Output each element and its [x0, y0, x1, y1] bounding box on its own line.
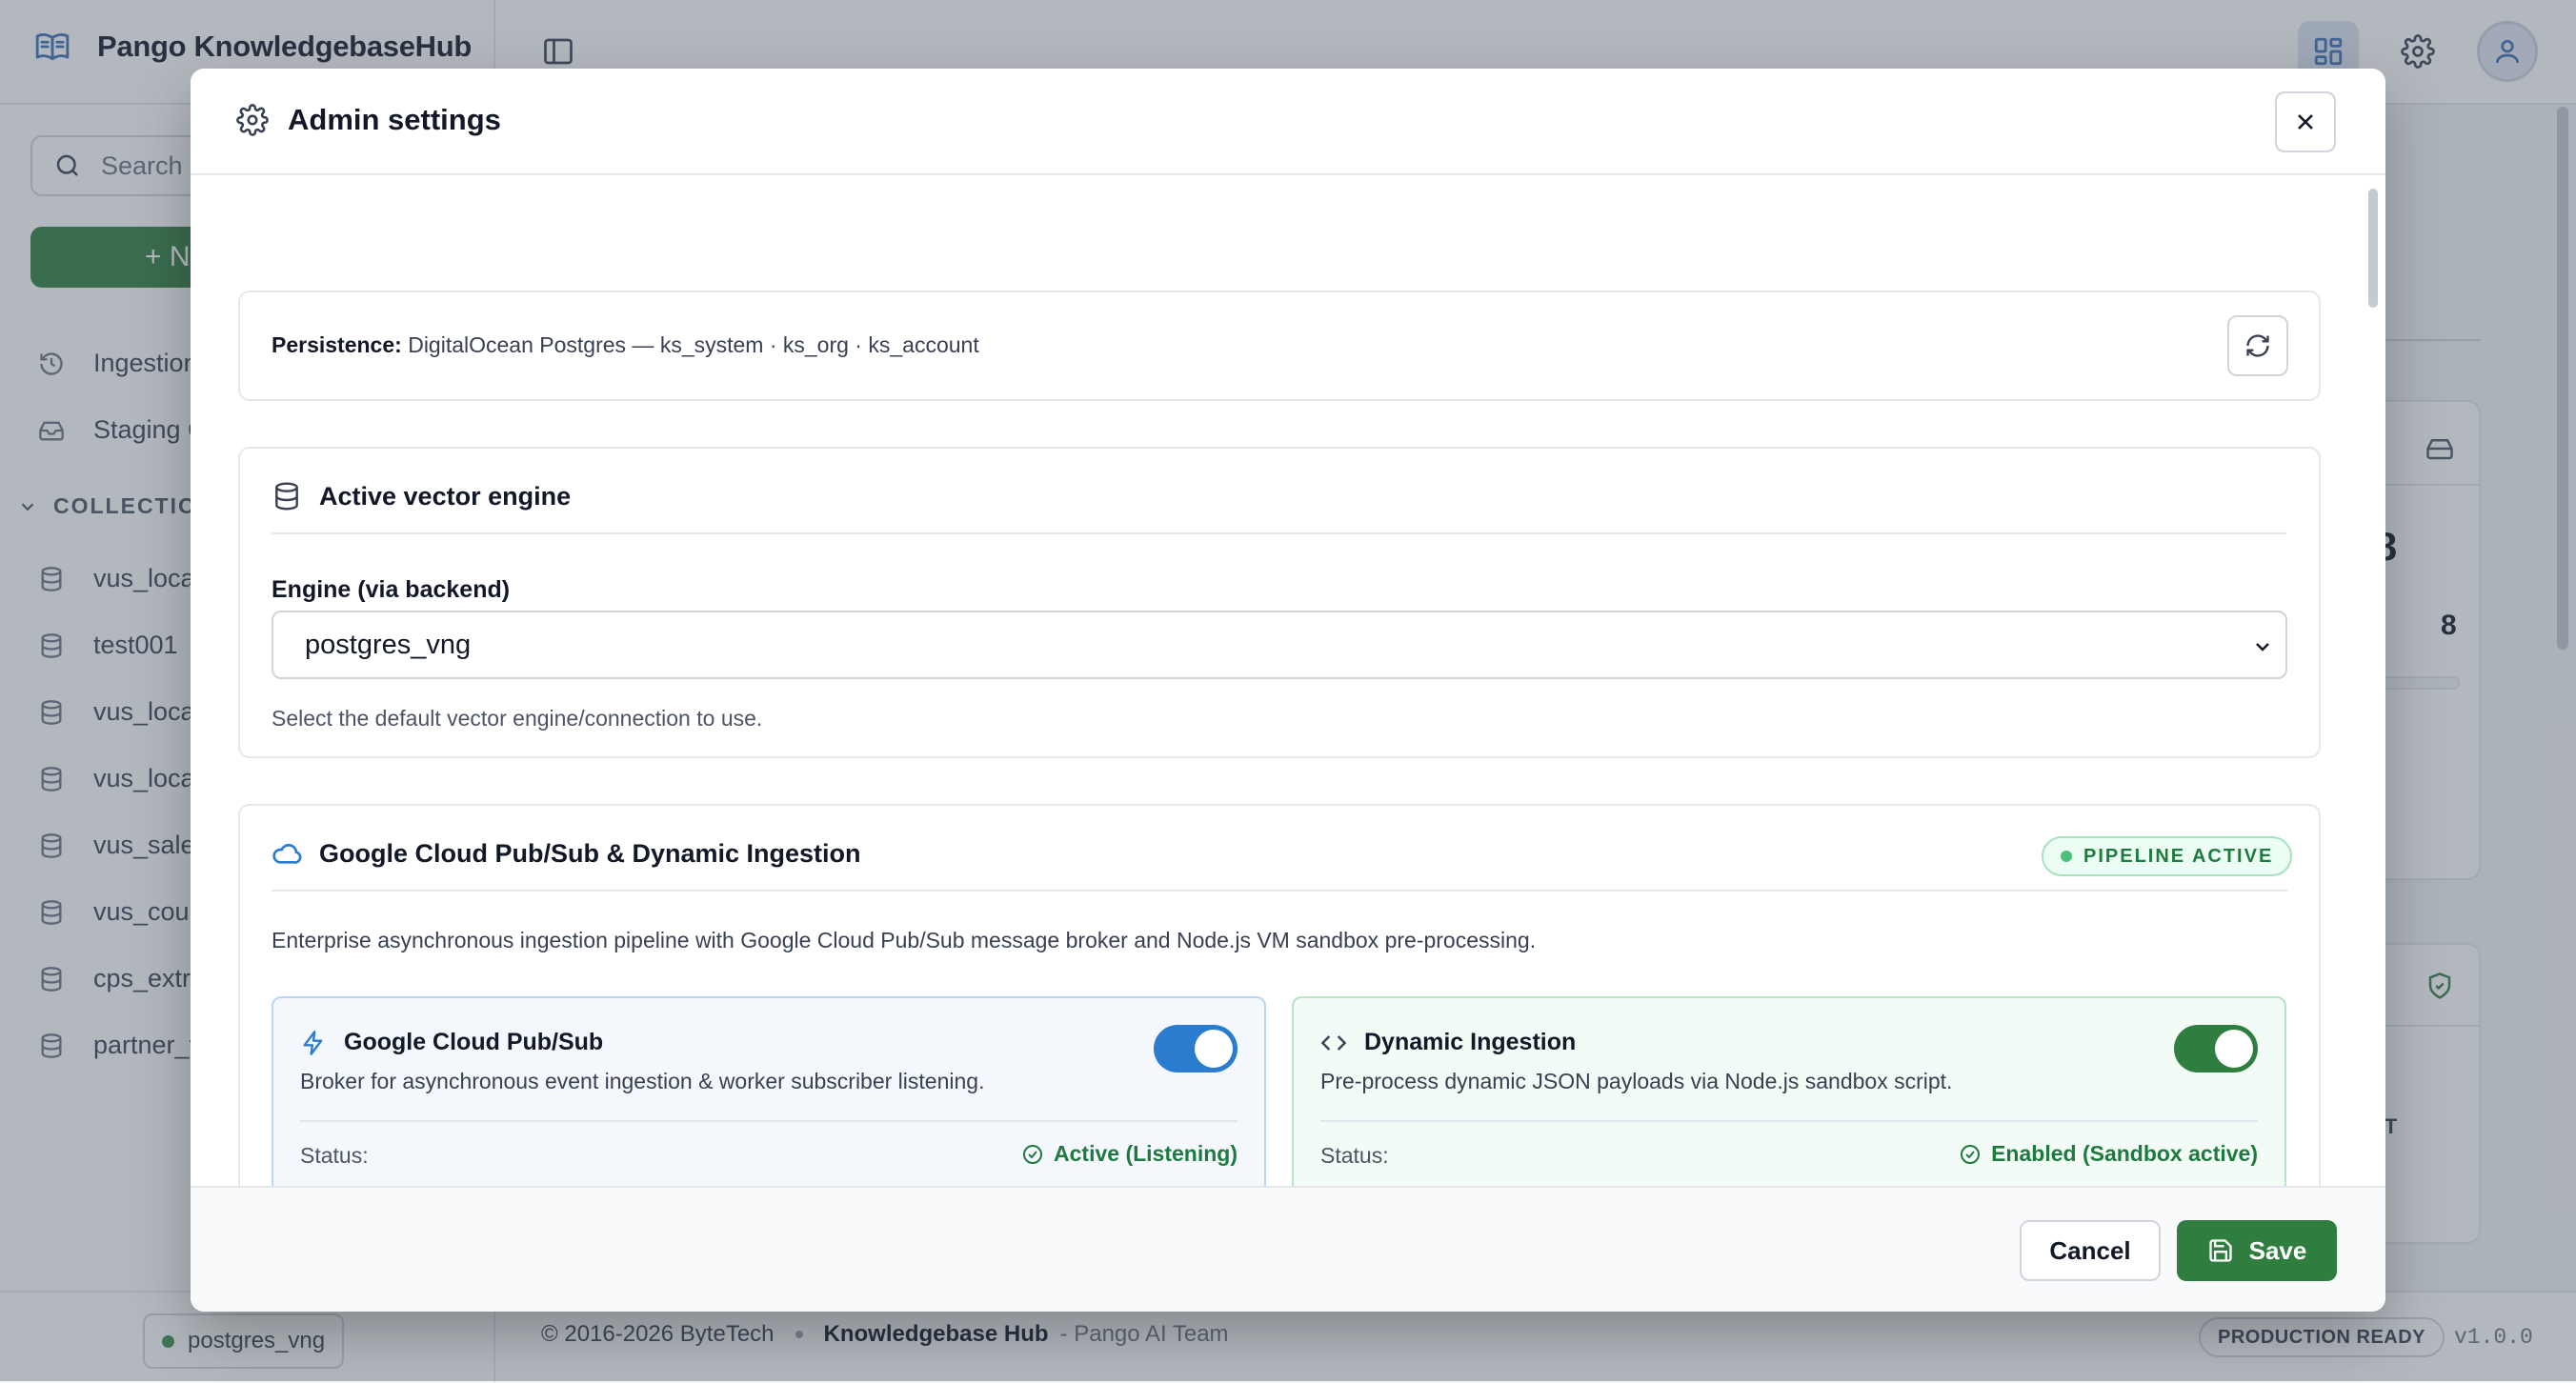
status-value-text: Active (Listening)	[1054, 1141, 1238, 1167]
sub-card-title-text: Google Cloud Pub/Sub	[344, 1029, 603, 1056]
engine-help-text: Select the default vector engine/connect…	[272, 706, 762, 732]
engine-field-label: Engine (via backend)	[272, 576, 510, 604]
persistence-text: Persistence: DigitalOcean Postgres — ks_…	[272, 332, 979, 358]
chevron-down-icon	[2251, 635, 2274, 658]
status-value-text: Enabled (Sandbox active)	[1991, 1141, 2258, 1167]
admin-settings-modal: Admin settings Persistence: DigitalOcean…	[191, 69, 2385, 1312]
divider	[272, 532, 2287, 534]
divider	[300, 1120, 1238, 1122]
sub-card-description: Broker for asynchronous event ingestion …	[300, 1069, 984, 1094]
cloud-icon	[272, 838, 302, 869]
modal-footer: Cancel Save	[191, 1186, 2385, 1312]
modal-title: Admin settings	[236, 103, 501, 137]
pubsub-description: Enterprise asynchronous ingestion pipeli…	[272, 928, 1536, 953]
modal-header: Admin settings	[191, 69, 2385, 175]
sub-card-title: Google Cloud Pub/Sub	[300, 1029, 603, 1056]
pubsub-toggle[interactable]	[1154, 1025, 1238, 1072]
pubsub-broker-card: Google Cloud Pub/Sub Broker for asynchro…	[272, 996, 1266, 1198]
vector-engine-card: Active vector engine Engine (via backend…	[238, 447, 2321, 758]
gear-icon	[236, 104, 269, 136]
check-circle-icon	[1021, 1143, 1044, 1166]
section-title: Active vector engine	[319, 482, 571, 511]
status-value: Enabled (Sandbox active)	[1959, 1141, 2258, 1167]
status-value: Active (Listening)	[1021, 1141, 1238, 1167]
pubsub-heading: Google Cloud Pub/Sub & Dynamic Ingestion	[272, 838, 861, 869]
save-button[interactable]: Save	[2177, 1220, 2337, 1281]
sub-card-title-text: Dynamic Ingestion	[1364, 1029, 1576, 1056]
cancel-button[interactable]: Cancel	[2020, 1220, 2161, 1281]
dynamic-ingestion-toggle[interactable]	[2174, 1025, 2258, 1072]
refresh-icon	[2244, 332, 2271, 359]
badge-label: PIPELINE ACTIVE	[2083, 846, 2273, 868]
sub-card-description: Pre-process dynamic JSON payloads via No…	[1320, 1069, 1952, 1094]
modal-scrollbar[interactable]	[2368, 189, 2378, 308]
save-icon	[2207, 1237, 2234, 1264]
engine-select[interactable]: postgres_vng	[272, 611, 2287, 679]
lightning-icon	[300, 1030, 327, 1056]
toggle-knob	[2215, 1030, 2253, 1068]
persistence-card: Persistence: DigitalOcean Postgres — ks_…	[238, 291, 2321, 401]
divider	[1320, 1120, 2258, 1122]
persistence-value: DigitalOcean Postgres — ks_system · ks_o…	[408, 332, 979, 357]
status-label: Status:	[300, 1143, 369, 1169]
modal-title-text: Admin settings	[288, 103, 501, 137]
refresh-button[interactable]	[2227, 315, 2288, 376]
database-icon	[272, 481, 302, 511]
sub-card-title: Dynamic Ingestion	[1320, 1029, 1576, 1056]
status-dot	[2061, 851, 2072, 862]
pipeline-status-badge: PIPELINE ACTIVE	[2042, 836, 2292, 876]
divider	[272, 890, 2287, 892]
section-title: Google Cloud Pub/Sub & Dynamic Ingestion	[319, 839, 861, 869]
code-icon	[1320, 1030, 1347, 1056]
vector-engine-heading: Active vector engine	[272, 481, 571, 511]
persistence-label: Persistence:	[272, 332, 402, 357]
close-icon	[2292, 109, 2319, 135]
modal-body: Persistence: DigitalOcean Postgres — ks_…	[191, 175, 2385, 1256]
check-circle-icon	[1959, 1143, 1982, 1166]
toggle-knob	[1195, 1030, 1233, 1068]
status-label: Status:	[1320, 1143, 1389, 1169]
close-button[interactable]	[2275, 91, 2336, 152]
save-label: Save	[2249, 1236, 2307, 1266]
dynamic-ingestion-card: Dynamic Ingestion Pre-process dynamic JS…	[1292, 996, 2286, 1198]
app-root: Pango KnowledgebaseHub	[0, 0, 2576, 1381]
engine-selected-value: postgres_vng	[305, 630, 471, 661]
